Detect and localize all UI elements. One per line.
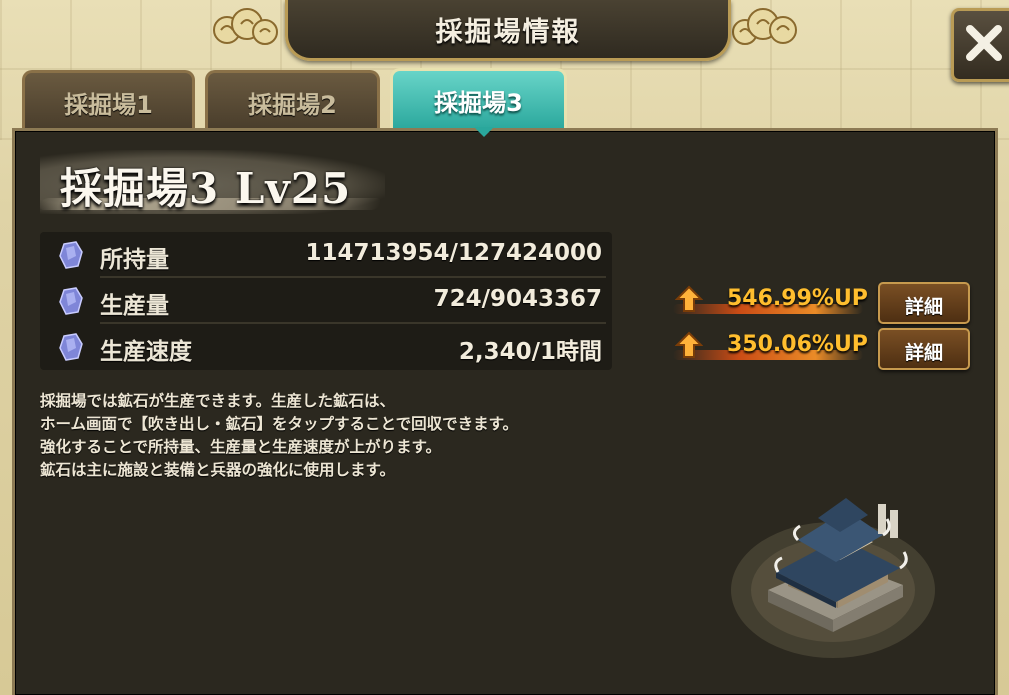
stat-row-capacity: 所持量 114713954/127424000 <box>40 232 612 278</box>
cloud-ornament-icon <box>213 8 278 45</box>
stats-table: 所持量 114713954/127424000 生産量 724/9043367 … <box>40 232 612 370</box>
stat-value: 2,340/1時間 <box>458 339 602 365</box>
stat-label: 生産速度 <box>100 339 192 365</box>
ore-crystal-icon <box>59 241 83 269</box>
stat-label: 所持量 <box>100 247 169 273</box>
stat-value: 724/9043367 <box>433 286 602 312</box>
stat-row-production: 生産量 724/9043367 <box>40 278 612 324</box>
up-arrow-icon <box>675 331 703 358</box>
close-button[interactable] <box>951 8 1009 82</box>
tab-label: 採掘場1 <box>64 91 153 119</box>
description-line: ホーム画面で【吹き出し・鉱石】をタップすることで回収できます。 <box>40 415 519 433</box>
tab-mine-1[interactable]: 採掘場1 <box>22 70 195 128</box>
close-icon <box>966 25 1002 61</box>
cloud-ornament-icon <box>732 8 797 45</box>
detail-button-label: 詳細 <box>904 342 943 364</box>
header-plate: 採掘場情報 <box>285 0 731 61</box>
description-line: 強化することで所持量、生産量と生産速度が上がります。 <box>40 438 441 456</box>
tab-mine-2[interactable]: 採掘場2 <box>205 70 380 128</box>
mine-building-illustration <box>731 498 935 658</box>
detail-button-label: 詳細 <box>904 296 943 318</box>
ore-crystal-icon <box>59 333 83 361</box>
stat-label: 生産量 <box>100 293 169 319</box>
up-arrow-icon <box>675 285 703 312</box>
boost-percentage: 546.99%UP <box>727 286 868 311</box>
ore-crystal-icon <box>59 287 83 315</box>
boost-percentage: 350.06%UP <box>727 332 868 357</box>
detail-button[interactable]: 詳細 <box>878 282 970 324</box>
boost-row-capacity: 546.99%UP 詳細 <box>665 282 975 324</box>
mine-level-title: 採掘場3 Lv25 <box>60 164 352 213</box>
description-line: 採掘場では鉱石が生産できます。生産した鉱石は、 <box>40 392 395 410</box>
detail-button[interactable]: 詳細 <box>878 328 970 370</box>
description-line: 鉱石は主に施設と装備と兵器の強化に使用します。 <box>40 461 395 479</box>
page-title: 採掘場情報 <box>435 17 581 48</box>
tab-label: 採掘場3 <box>434 89 523 117</box>
active-tab-pointer <box>474 127 494 137</box>
boost-row-production: 350.06%UP 詳細 <box>665 328 975 370</box>
stat-value: 114713954/127424000 <box>305 240 602 266</box>
tab-label: 採掘場2 <box>248 91 337 119</box>
mine-description: 採掘場では鉱石が生産できます。生産した鉱石は、 ホーム画面で【吹き出し・鉱石】を… <box>40 390 660 482</box>
tab-mine-3[interactable]: 採掘場3 <box>390 68 567 130</box>
stat-row-production-speed: 生産速度 2,340/1時間 <box>40 324 612 370</box>
